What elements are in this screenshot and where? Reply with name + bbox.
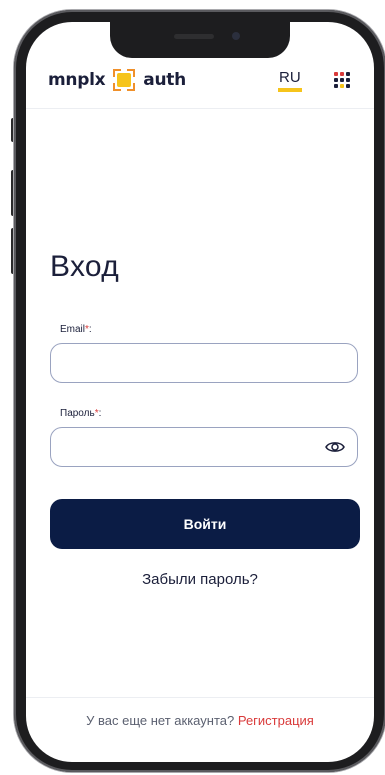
email-label-text: Email bbox=[60, 324, 86, 335]
label-suffix: : bbox=[88, 324, 92, 335]
language-switcher[interactable]: RU bbox=[278, 70, 302, 92]
apps-dot bbox=[346, 78, 350, 82]
email-label: Email*: bbox=[60, 324, 92, 335]
apps-dot bbox=[334, 72, 338, 76]
password-label-text: Пароль bbox=[60, 408, 95, 419]
password-label: Пароль*: bbox=[60, 408, 101, 419]
email-field[interactable] bbox=[50, 343, 358, 383]
signup-prompt-text: У вас еще нет аккаунта? bbox=[86, 713, 235, 728]
login-button[interactable]: Войти bbox=[50, 499, 360, 549]
phone-screen: mnplx auth RU Вход Email*: Пароль*: Войт… bbox=[26, 22, 374, 762]
front-camera bbox=[232, 32, 240, 40]
notch bbox=[110, 22, 290, 58]
password-field[interactable] bbox=[50, 427, 358, 467]
page-title: Вход bbox=[50, 250, 120, 283]
logo-mark-icon bbox=[113, 69, 136, 91]
logo[interactable]: mnplx auth bbox=[48, 68, 186, 92]
forgot-password-link[interactable]: Забыли пароль? bbox=[26, 571, 374, 588]
grid-apps-icon[interactable] bbox=[334, 72, 352, 90]
signup-prompt: У вас еще нет аккаунта? Регистрация bbox=[26, 713, 374, 728]
app-header: mnplx auth RU bbox=[26, 62, 374, 109]
footer-divider bbox=[26, 697, 374, 698]
apps-dot bbox=[346, 72, 350, 76]
apps-dot bbox=[340, 78, 344, 82]
speaker-grille bbox=[174, 34, 214, 39]
eye-icon[interactable] bbox=[325, 439, 345, 455]
logo-text-left: mnplx bbox=[48, 70, 106, 90]
apps-dot bbox=[346, 84, 350, 88]
apps-dot bbox=[334, 84, 338, 88]
label-suffix: : bbox=[98, 408, 102, 419]
logo-text-right: auth bbox=[143, 70, 186, 90]
apps-dot bbox=[334, 78, 338, 82]
register-link[interactable]: Регистрация bbox=[238, 713, 314, 728]
apps-dot bbox=[340, 72, 344, 76]
apps-dot bbox=[340, 84, 344, 88]
